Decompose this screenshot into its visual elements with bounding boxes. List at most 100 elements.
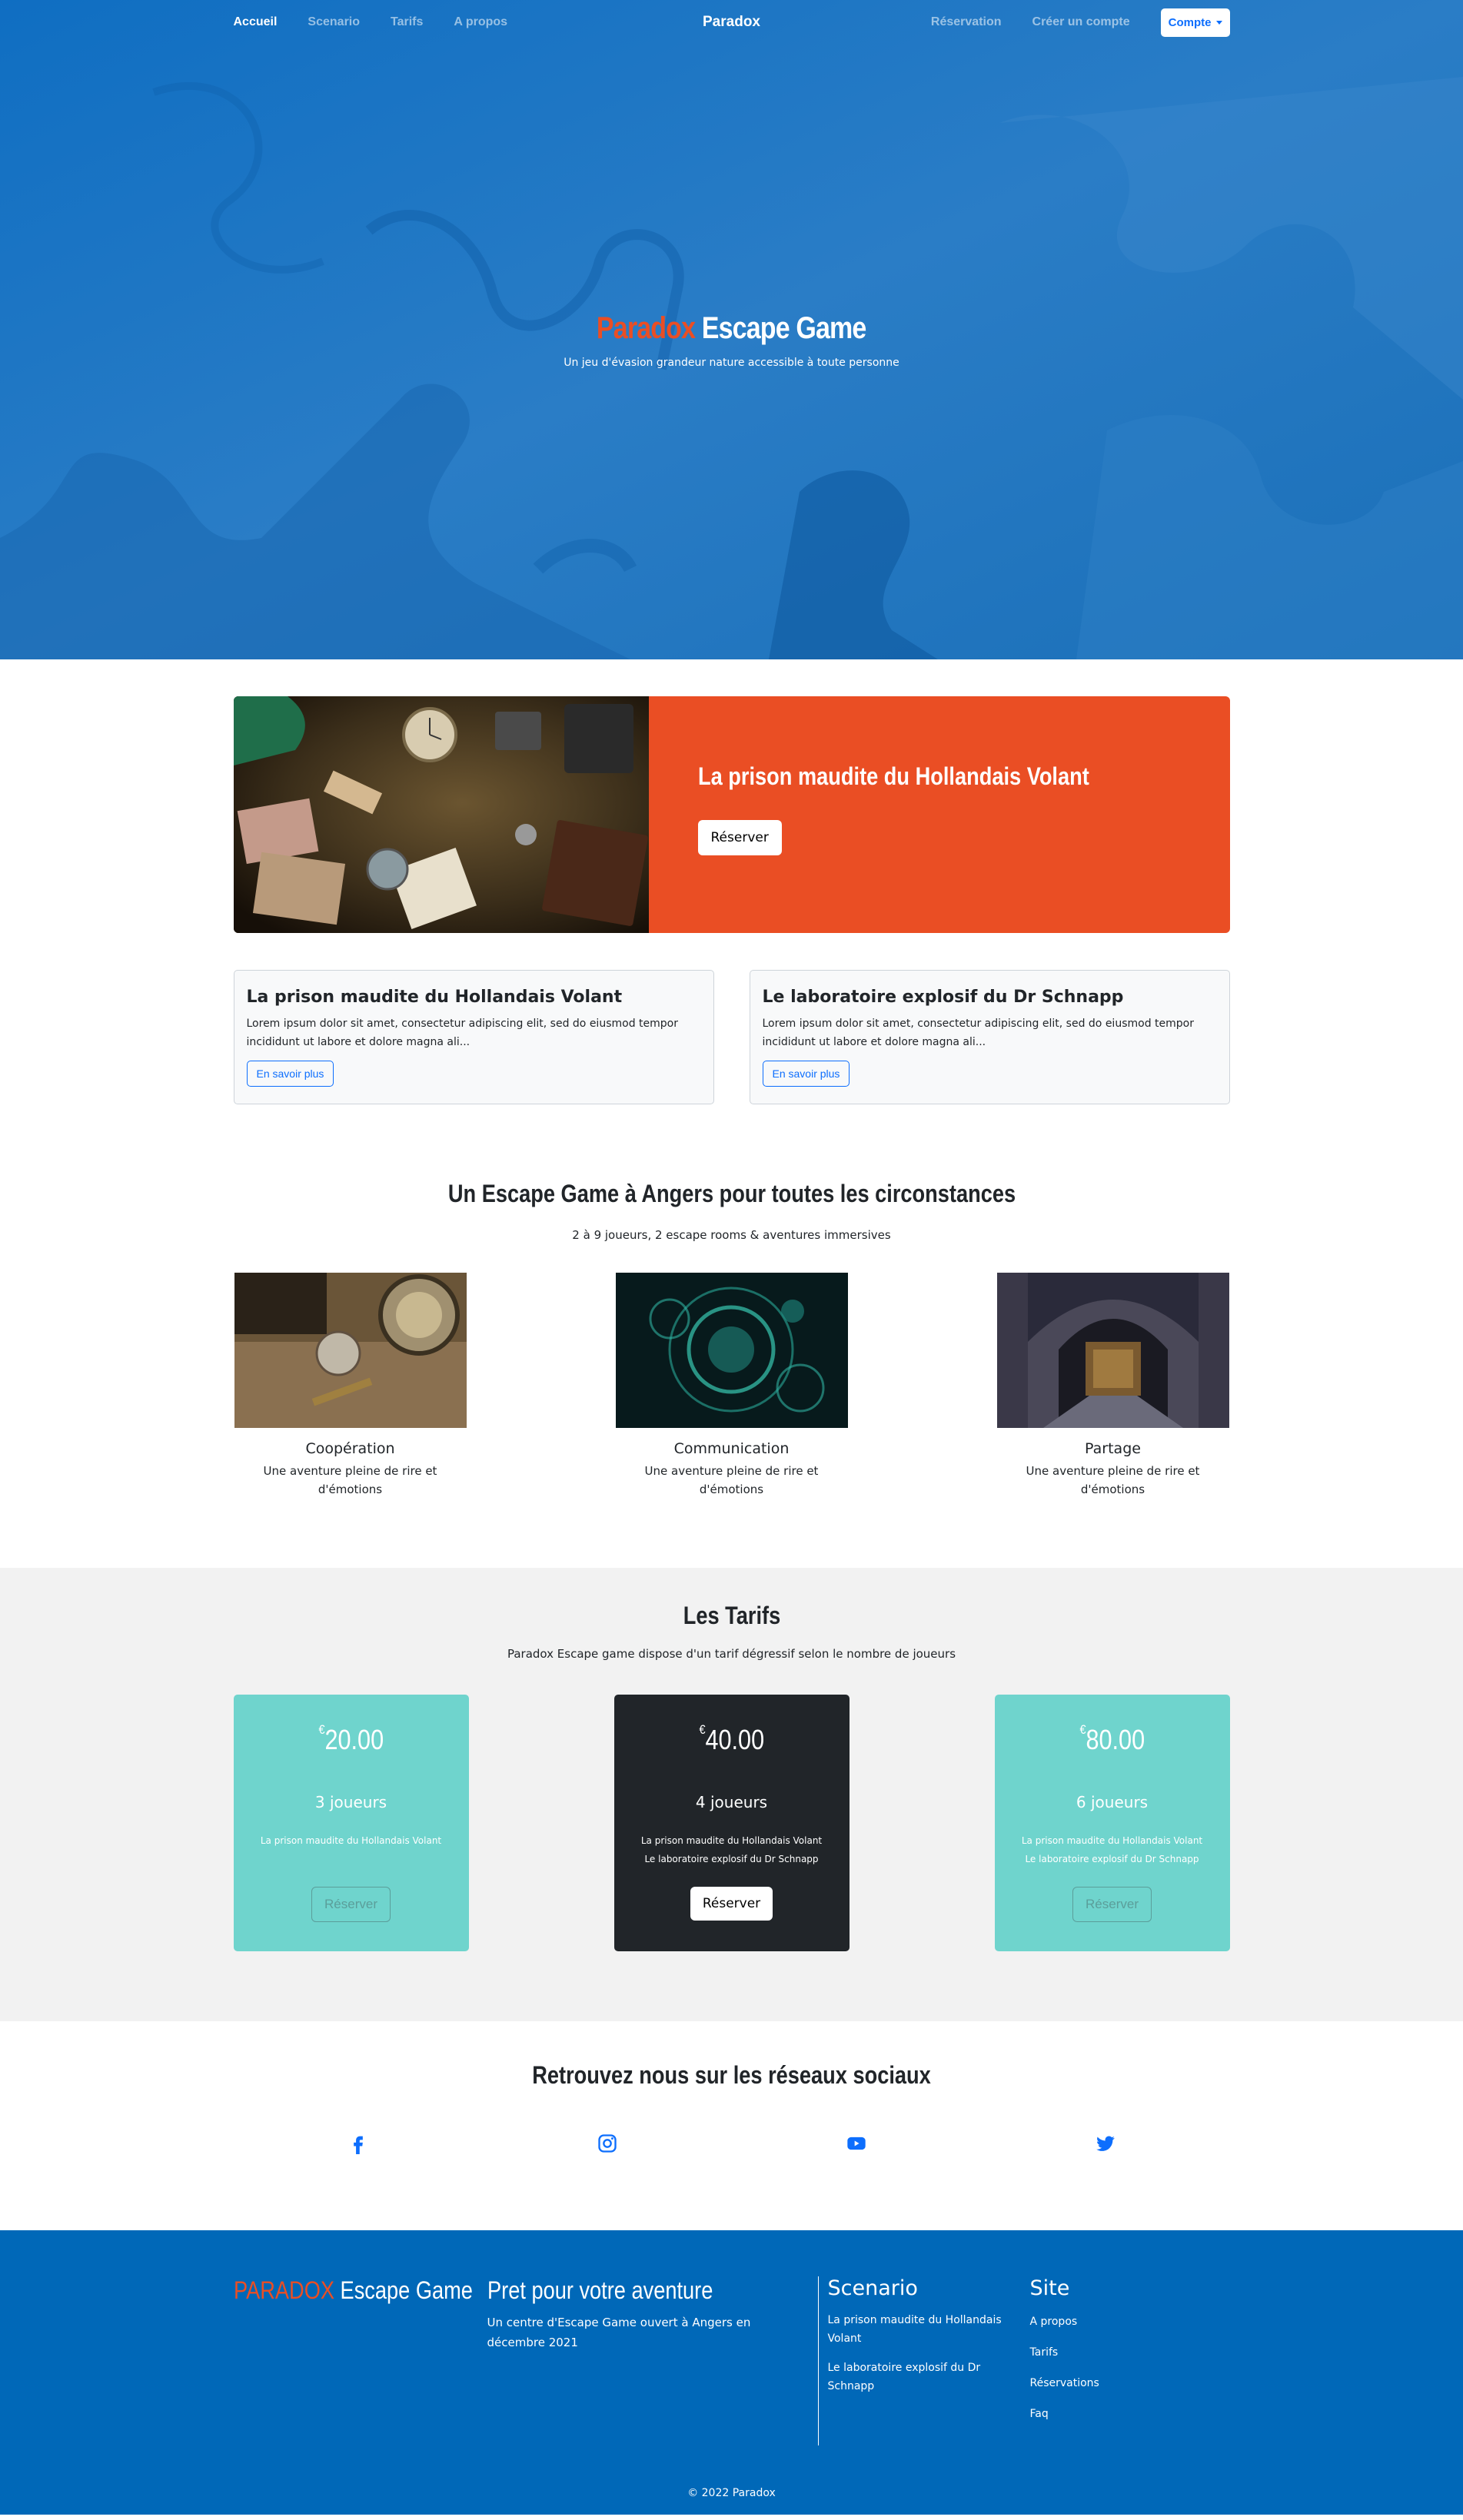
- footer-site-column: Site A propos Tarifs Réservations Faq: [1030, 2276, 1184, 2445]
- hero-title-accent: Paradox: [597, 311, 696, 345]
- plan-room-item: Le laboratoire explosif du Dr Schnapp: [1025, 1854, 1199, 1864]
- plan-reserve-button[interactable]: Réserver: [1072, 1887, 1152, 1922]
- feature-image-cooperation: [234, 1273, 467, 1428]
- featured-room-banner: La prison maudite du Hollandais Volant R…: [233, 696, 1230, 933]
- footer-link-faq[interactable]: Faq: [1030, 2405, 1184, 2423]
- nav-link-reservation[interactable]: Réservation: [931, 15, 1002, 29]
- plan-price: €80.00: [1079, 1722, 1145, 1756]
- room-cards: La prison maudite du Hollandais Volant L…: [233, 970, 1230, 1104]
- footer: PARADOX Escape Game Pret pour votre aven…: [0, 2230, 1463, 2515]
- footer-pret-title: Pret pour votre aventure: [487, 2276, 713, 2304]
- plan-rooms: La prison maudite du Hollandais Volant L…: [614, 1831, 850, 1873]
- plan-rooms: La prison maudite du Hollandais Volant L…: [995, 1831, 1230, 1873]
- nav-left-links: Accueil Scenario Tarifs A propos: [234, 15, 508, 29]
- hero-subtitle: Un jeu d'évasion grandeur nature accessi…: [564, 357, 899, 369]
- feature-image-partage: [996, 1273, 1229, 1428]
- hero-title-rest: Escape Game: [702, 311, 867, 345]
- room-card-title: La prison maudite du Hollandais Volant: [246, 988, 623, 1007]
- room-card-more-button[interactable]: En savoir plus: [762, 1061, 850, 1087]
- plan-room-item: La prison maudite du Hollandais Volant: [640, 1835, 823, 1846]
- feature-item: Communication Une aventure pleine de rir…: [615, 1273, 849, 1499]
- facebook-icon[interactable]: [347, 2133, 369, 2157]
- plan-reserve-button[interactable]: Réserver: [690, 1887, 773, 1921]
- pricing-subtitle: Paradox Escape game dispose d'un tarif d…: [507, 1647, 956, 1661]
- nav-link-tarifs[interactable]: Tarifs: [391, 15, 423, 29]
- featured-room-body: La prison maudite du Hollandais Volant R…: [648, 696, 1230, 933]
- feature-name: Partage: [1085, 1440, 1141, 1457]
- circumstances-section: Un Escape Game à Angers pour toutes les …: [234, 1180, 1230, 1499]
- top-navbar: Accueil Scenario Tarifs A propos Paradox…: [0, 0, 1463, 45]
- plan-price-value: 80.00: [1086, 1724, 1145, 1755]
- footer-brand-rest: Escape Game: [340, 2276, 473, 2304]
- pricing-section: Les Tarifs Paradox Escape game dispose d…: [0, 1568, 1463, 2021]
- pricing-plan: €20.00 3 joueurs La prison maudite du Ho…: [233, 1695, 469, 1951]
- social-section: Retrouvez nous sur les réseaux sociaux: [0, 2021, 1463, 2230]
- footer-scenario-column: Scenario La prison maudite du Hollandais…: [819, 2276, 1030, 2445]
- room-card-text: Lorem ipsum dolor sit amet, consectetur …: [246, 1018, 678, 1048]
- youtube-icon[interactable]: [846, 2133, 867, 2157]
- feature-desc: Une aventure pleine de rire et d'émotion…: [644, 1464, 819, 1496]
- pricing-plan: €80.00 6 joueurs La prison maudite du Ho…: [994, 1695, 1230, 1951]
- footer-link-tarifs[interactable]: Tarifs: [1030, 2343, 1184, 2362]
- feature-item: Partage Une aventure pleine de rire et d…: [996, 1273, 1230, 1499]
- footer-brand-accent: PARADOX: [233, 2276, 334, 2304]
- plan-rooms: La prison maudite du Hollandais Volant: [234, 1831, 469, 1873]
- plan-room-item: La prison maudite du Hollandais Volant: [1021, 1835, 1203, 1846]
- account-dropdown-label: Compte: [1168, 15, 1212, 29]
- plan-price: €40.00: [699, 1722, 764, 1756]
- circumstances-subtitle: 2 à 9 joueurs, 2 escape rooms & aventure…: [572, 1228, 891, 1242]
- footer-pret-text: Un centre d'Escape Game ouvert à Angers …: [487, 2316, 751, 2349]
- room-card-title: Le laboratoire explosif du Dr Schnapp: [762, 988, 1124, 1007]
- nav-link-scenario[interactable]: Scenario: [308, 15, 360, 29]
- social-links: [347, 2133, 1116, 2157]
- plan-players: 3 joueurs: [314, 1793, 387, 1811]
- currency-symbol: €: [699, 1722, 706, 1737]
- caret-down-icon: [1215, 20, 1222, 25]
- hero-section: Accueil Scenario Tarifs A propos Paradox…: [0, 0, 1463, 659]
- nav-link-a-propos[interactable]: A propos: [454, 15, 507, 29]
- feature-name: Coopération: [305, 1440, 395, 1457]
- featured-reserve-button[interactable]: Réserver: [697, 820, 782, 855]
- plan-players: 4 joueurs: [695, 1793, 768, 1811]
- plan-price-value: 20.00: [324, 1724, 384, 1755]
- footer-copyright: © 2022 Paradox: [687, 2487, 776, 2499]
- footer-link-a-propos[interactable]: A propos: [1030, 2312, 1184, 2331]
- footer-pret-column: Pret pour votre aventure Un centre d'Esc…: [487, 2276, 818, 2445]
- nav-right-links: Réservation Créer un compte Compte: [931, 8, 1230, 37]
- nav-brand[interactable]: Paradox: [703, 14, 760, 31]
- plan-price: €20.00: [318, 1722, 384, 1756]
- featured-room-image: [233, 696, 649, 933]
- feature-name: Communication: [673, 1440, 790, 1457]
- room-card: Le laboratoire explosif du Dr Schnapp Lo…: [749, 970, 1230, 1104]
- hero-content: Paradox Escape Game Un jeu d'évasion gra…: [0, 311, 1463, 369]
- room-card: La prison maudite du Hollandais Volant L…: [233, 970, 714, 1104]
- plan-players: 6 joueurs: [1076, 1793, 1149, 1811]
- feature-item: Coopération Une aventure pleine de rire …: [234, 1273, 467, 1499]
- footer-link-room[interactable]: La prison maudite du Hollandais Volant: [828, 2311, 1030, 2348]
- feature-image-communication: [615, 1273, 848, 1428]
- currency-symbol: €: [318, 1722, 325, 1737]
- plan-reserve-button[interactable]: Réserver: [311, 1887, 391, 1922]
- pricing-plans: €20.00 3 joueurs La prison maudite du Ho…: [233, 1695, 1230, 1951]
- pricing-plan: €40.00 4 joueurs La prison maudite du Ho…: [613, 1695, 850, 1951]
- social-title: Retrouvez nous sur les réseaux sociaux: [532, 2061, 931, 2089]
- twitter-icon[interactable]: [1095, 2133, 1116, 2157]
- footer-site-heading: Site: [1029, 2276, 1070, 2300]
- room-card-text: Lorem ipsum dolor sit amet, consectetur …: [762, 1018, 1194, 1048]
- footer-link-room[interactable]: Le laboratoire explosif du Dr Schnapp: [828, 2359, 1030, 2395]
- footer-link-reservations[interactable]: Réservations: [1030, 2374, 1184, 2392]
- footer-brand: PARADOX Escape Game: [233, 2276, 473, 2445]
- instagram-icon[interactable]: [597, 2133, 618, 2157]
- nav-link-creer-compte[interactable]: Créer un compte: [1032, 15, 1130, 29]
- nav-link-accueil[interactable]: Accueil: [234, 15, 278, 29]
- footer-scenario-heading: Scenario: [827, 2276, 918, 2300]
- plan-room-item: La prison maudite du Hollandais Volant: [260, 1835, 442, 1846]
- plan-price-value: 40.00: [705, 1724, 764, 1755]
- room-card-more-button[interactable]: En savoir plus: [246, 1061, 334, 1087]
- plan-room-item: Le laboratoire explosif du Dr Schnapp: [644, 1854, 819, 1864]
- circumstances-title: Un Escape Game à Angers pour toutes les …: [447, 1180, 1016, 1207]
- pricing-title: Les Tarifs: [683, 1602, 780, 1629]
- account-dropdown-button[interactable]: Compte: [1160, 8, 1230, 37]
- hero-title: Paradox Escape Game: [597, 311, 866, 346]
- feature-desc: Une aventure pleine de rire et d'émotion…: [263, 1464, 437, 1496]
